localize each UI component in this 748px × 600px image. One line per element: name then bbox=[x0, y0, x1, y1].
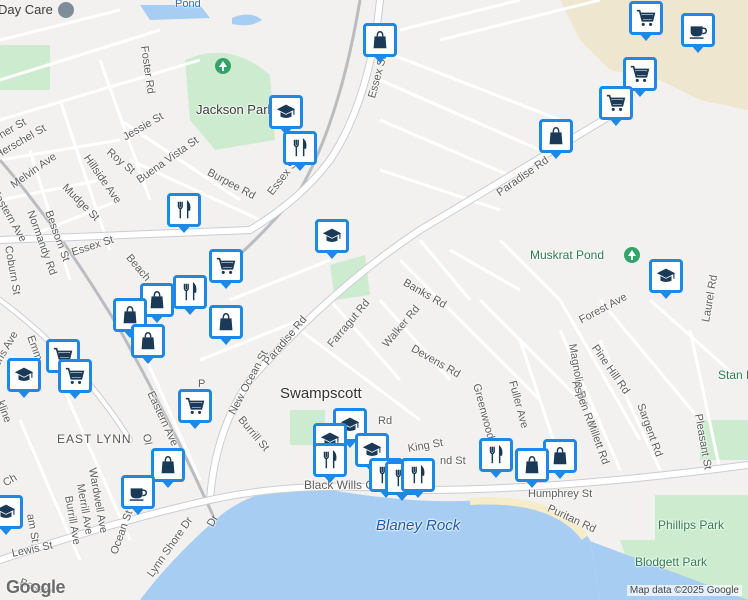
town-label: Swampscott bbox=[280, 385, 362, 402]
street-label: Ol bbox=[140, 432, 154, 446]
school-pin[interactable] bbox=[0, 495, 23, 535]
grocery-cart-icon bbox=[636, 9, 656, 26]
restaurant-icon bbox=[323, 449, 337, 469]
shopping-bag-icon bbox=[549, 127, 563, 145]
school-pin[interactable] bbox=[649, 259, 683, 299]
area-label: EAST LYNN bbox=[57, 432, 132, 446]
park-tree-icon bbox=[624, 247, 640, 263]
shopping-bag-icon bbox=[553, 447, 567, 465]
restaurant-pin[interactable] bbox=[313, 443, 347, 483]
street-label: Rd bbox=[378, 415, 393, 427]
shopping-bag-icon bbox=[161, 456, 175, 474]
grocery-cart-icon bbox=[216, 257, 236, 274]
coffee-icon bbox=[689, 26, 707, 39]
school-icon bbox=[656, 268, 676, 282]
grocery-cart-icon bbox=[185, 397, 205, 414]
restaurant-pin[interactable] bbox=[167, 193, 201, 233]
school-pin[interactable] bbox=[7, 358, 41, 398]
stan-re-label: Stan Re bbox=[718, 368, 748, 382]
blodgett-park-label[interactable]: Blodgett Park bbox=[635, 555, 707, 569]
shopping-bag-pin[interactable] bbox=[363, 23, 397, 63]
grocery-cart-pin[interactable] bbox=[178, 389, 212, 429]
shopping-bag-icon bbox=[219, 313, 233, 331]
phillips-park-label[interactable]: Phillips Park bbox=[658, 518, 724, 532]
grocery-cart-icon bbox=[606, 94, 626, 111]
restaurant-icon bbox=[177, 199, 191, 219]
map-canvas[interactable]: Day Care Pond Jackson Park Muskrat Pond … bbox=[0, 0, 748, 600]
restaurant-icon bbox=[411, 464, 425, 484]
coffee-pin[interactable] bbox=[121, 475, 155, 515]
school-icon bbox=[322, 228, 342, 242]
street-label: nd St bbox=[440, 455, 466, 467]
grocery-cart-pin[interactable] bbox=[629, 1, 663, 41]
shopping-bag-pin[interactable] bbox=[131, 324, 165, 364]
school-pin[interactable] bbox=[315, 219, 349, 259]
shopping-bag-pin[interactable] bbox=[539, 119, 573, 159]
blaney-rock-label: Blaney Rock bbox=[376, 517, 461, 534]
street-label: Humphrey St bbox=[528, 488, 593, 500]
school-pin[interactable] bbox=[269, 95, 303, 135]
restaurant-icon bbox=[489, 444, 503, 464]
school-icon bbox=[0, 504, 16, 518]
google-logo: Google bbox=[6, 577, 66, 597]
shopping-bag-icon bbox=[141, 332, 155, 350]
restaurant-pin[interactable] bbox=[173, 275, 207, 315]
muskrat-pond-label[interactable]: Muskrat Pond bbox=[530, 248, 604, 262]
shopping-bag-icon bbox=[373, 31, 387, 49]
shopping-bag-icon bbox=[525, 456, 539, 474]
grocery-cart-pin[interactable] bbox=[209, 249, 243, 289]
pond-label: Pond bbox=[175, 0, 201, 10]
shopping-bag-pin[interactable] bbox=[151, 448, 185, 488]
restaurant-pin[interactable] bbox=[283, 131, 317, 171]
shopping-bag-icon bbox=[123, 306, 137, 324]
jackson-park-label[interactable]: Jackson Park bbox=[196, 102, 274, 117]
day-care-label: Day Care bbox=[0, 2, 53, 17]
restaurant-icon bbox=[293, 137, 307, 157]
school-icon bbox=[276, 104, 296, 118]
school-icon bbox=[14, 367, 34, 381]
park-tree-icon bbox=[215, 58, 231, 74]
coffee-icon bbox=[129, 488, 147, 501]
restaurant-pin[interactable] bbox=[479, 438, 513, 478]
grocery-cart-pin[interactable] bbox=[58, 359, 92, 399]
grocery-cart-pin[interactable] bbox=[599, 86, 633, 126]
grocery-cart-icon bbox=[630, 65, 650, 82]
day-care-icon bbox=[58, 2, 74, 18]
restaurant-icon bbox=[183, 281, 197, 301]
grocery-cart-icon bbox=[65, 367, 85, 384]
shopping-bag-icon bbox=[150, 291, 164, 309]
shopping-bag-pin[interactable] bbox=[209, 305, 243, 345]
map-attribution[interactable]: Map data ©2025 Google bbox=[626, 585, 742, 596]
shopping-bag-pin[interactable] bbox=[515, 448, 549, 488]
coffee-pin[interactable] bbox=[681, 13, 715, 53]
restaurant-pin[interactable] bbox=[401, 458, 435, 498]
